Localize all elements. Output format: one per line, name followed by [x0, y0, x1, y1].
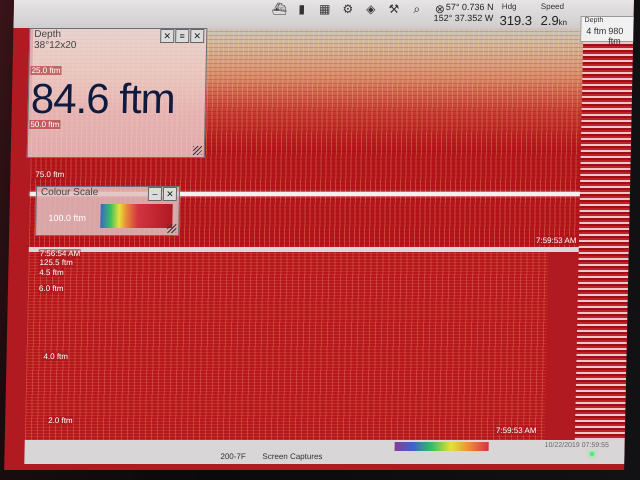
depth-tick: 4.5 ftm — [38, 268, 65, 277]
echogram-lower — [24, 252, 549, 440]
heading-value: 319.3 — [499, 13, 533, 28]
top-toolbar: ⛴ ▮ ▦ ⚙ ◈ ⚒ ⌕ ⊗ 57° 0.736 N 152° 37.352 … — [13, 0, 634, 28]
close-icon[interactable]: ✕ — [190, 29, 205, 43]
colour-scale-panel[interactable]: Colour Scale – ✕ 100.0 ftm — [35, 186, 181, 236]
time-label: 7:59:53 AM — [494, 426, 538, 435]
time-label: 7:59:53 AM — [534, 236, 578, 245]
depth-tick: 2.0 ftm — [47, 416, 74, 425]
colour-icon[interactable]: ▦ — [318, 2, 332, 16]
side-history-strip — [574, 40, 634, 440]
minimize-icon[interactable]: – — [147, 187, 163, 201]
power-led — [590, 452, 594, 456]
timestamp: 10/22/2019 07:59:55 — [544, 442, 609, 449]
settings-icon[interactable]: ⚙ — [341, 2, 355, 16]
depth-tick: 50.0 ftm — [29, 120, 61, 129]
depth-tick: 6.0 ftm — [37, 284, 65, 293]
resize-handle[interactable] — [167, 224, 177, 233]
colour-scale-label: 100.0 ftm — [48, 213, 87, 223]
close-icon[interactable]: ✕ — [162, 187, 178, 201]
speed-label: Speed — [540, 2, 565, 11]
compass-icon[interactable]: ◈ — [364, 2, 378, 16]
depth-panel[interactable]: Depth 38°12x20 ✕ ≡ ✕ 84.6 ftm — [26, 28, 208, 158]
time-label: 7:56:54 AM — [38, 249, 82, 258]
position-readout: 57° 0.736 N 152° 37.352 W — [433, 2, 494, 23]
colour-scale-title: Colour Scale — [40, 187, 99, 198]
colour-gradient — [100, 204, 173, 228]
resize-handle[interactable] — [192, 146, 202, 155]
depth-panel-title: Depth — [34, 29, 62, 40]
heading-label: Hdg — [501, 2, 517, 11]
status-bar: 200-7F Screen Captures 10/22/2019 07:59:… — [24, 440, 625, 464]
search-icon[interactable]: ⌕ — [410, 2, 424, 16]
depth-value: 84.6 ftm — [30, 75, 176, 122]
ship-icon[interactable]: ⛴ — [272, 2, 288, 16]
colour-legend-bar — [394, 442, 489, 451]
screen-captures-button[interactable]: Screen Captures — [262, 452, 322, 461]
bar-chart-icon[interactable]: ▮ — [295, 2, 309, 16]
speed-value: 2.9kn — [540, 13, 568, 28]
depth-tick: 125.5 ftm — [38, 258, 74, 267]
depth-mini-readout[interactable]: Depth 4 ftm 980 ftm — [580, 16, 634, 46]
tools-icon[interactable]: ✕ — [160, 29, 175, 43]
sonar-screen: ⛴ ▮ ▦ ⚙ ◈ ⚒ ⌕ ⊗ 57° 0.736 N 152° 37.352 … — [4, 0, 634, 470]
status-left: 200-7F — [220, 452, 246, 461]
menu-icon[interactable]: ≡ — [175, 29, 190, 43]
depth-panel-subtitle: 38°12x20 — [33, 40, 77, 51]
tools-icon[interactable]: ⚒ — [387, 2, 401, 16]
depth-tick: 4.0 ftm — [42, 352, 70, 361]
depth-tick: 25.0 ftm — [30, 66, 62, 75]
depth-tick: 75.0 ftm — [34, 170, 66, 179]
